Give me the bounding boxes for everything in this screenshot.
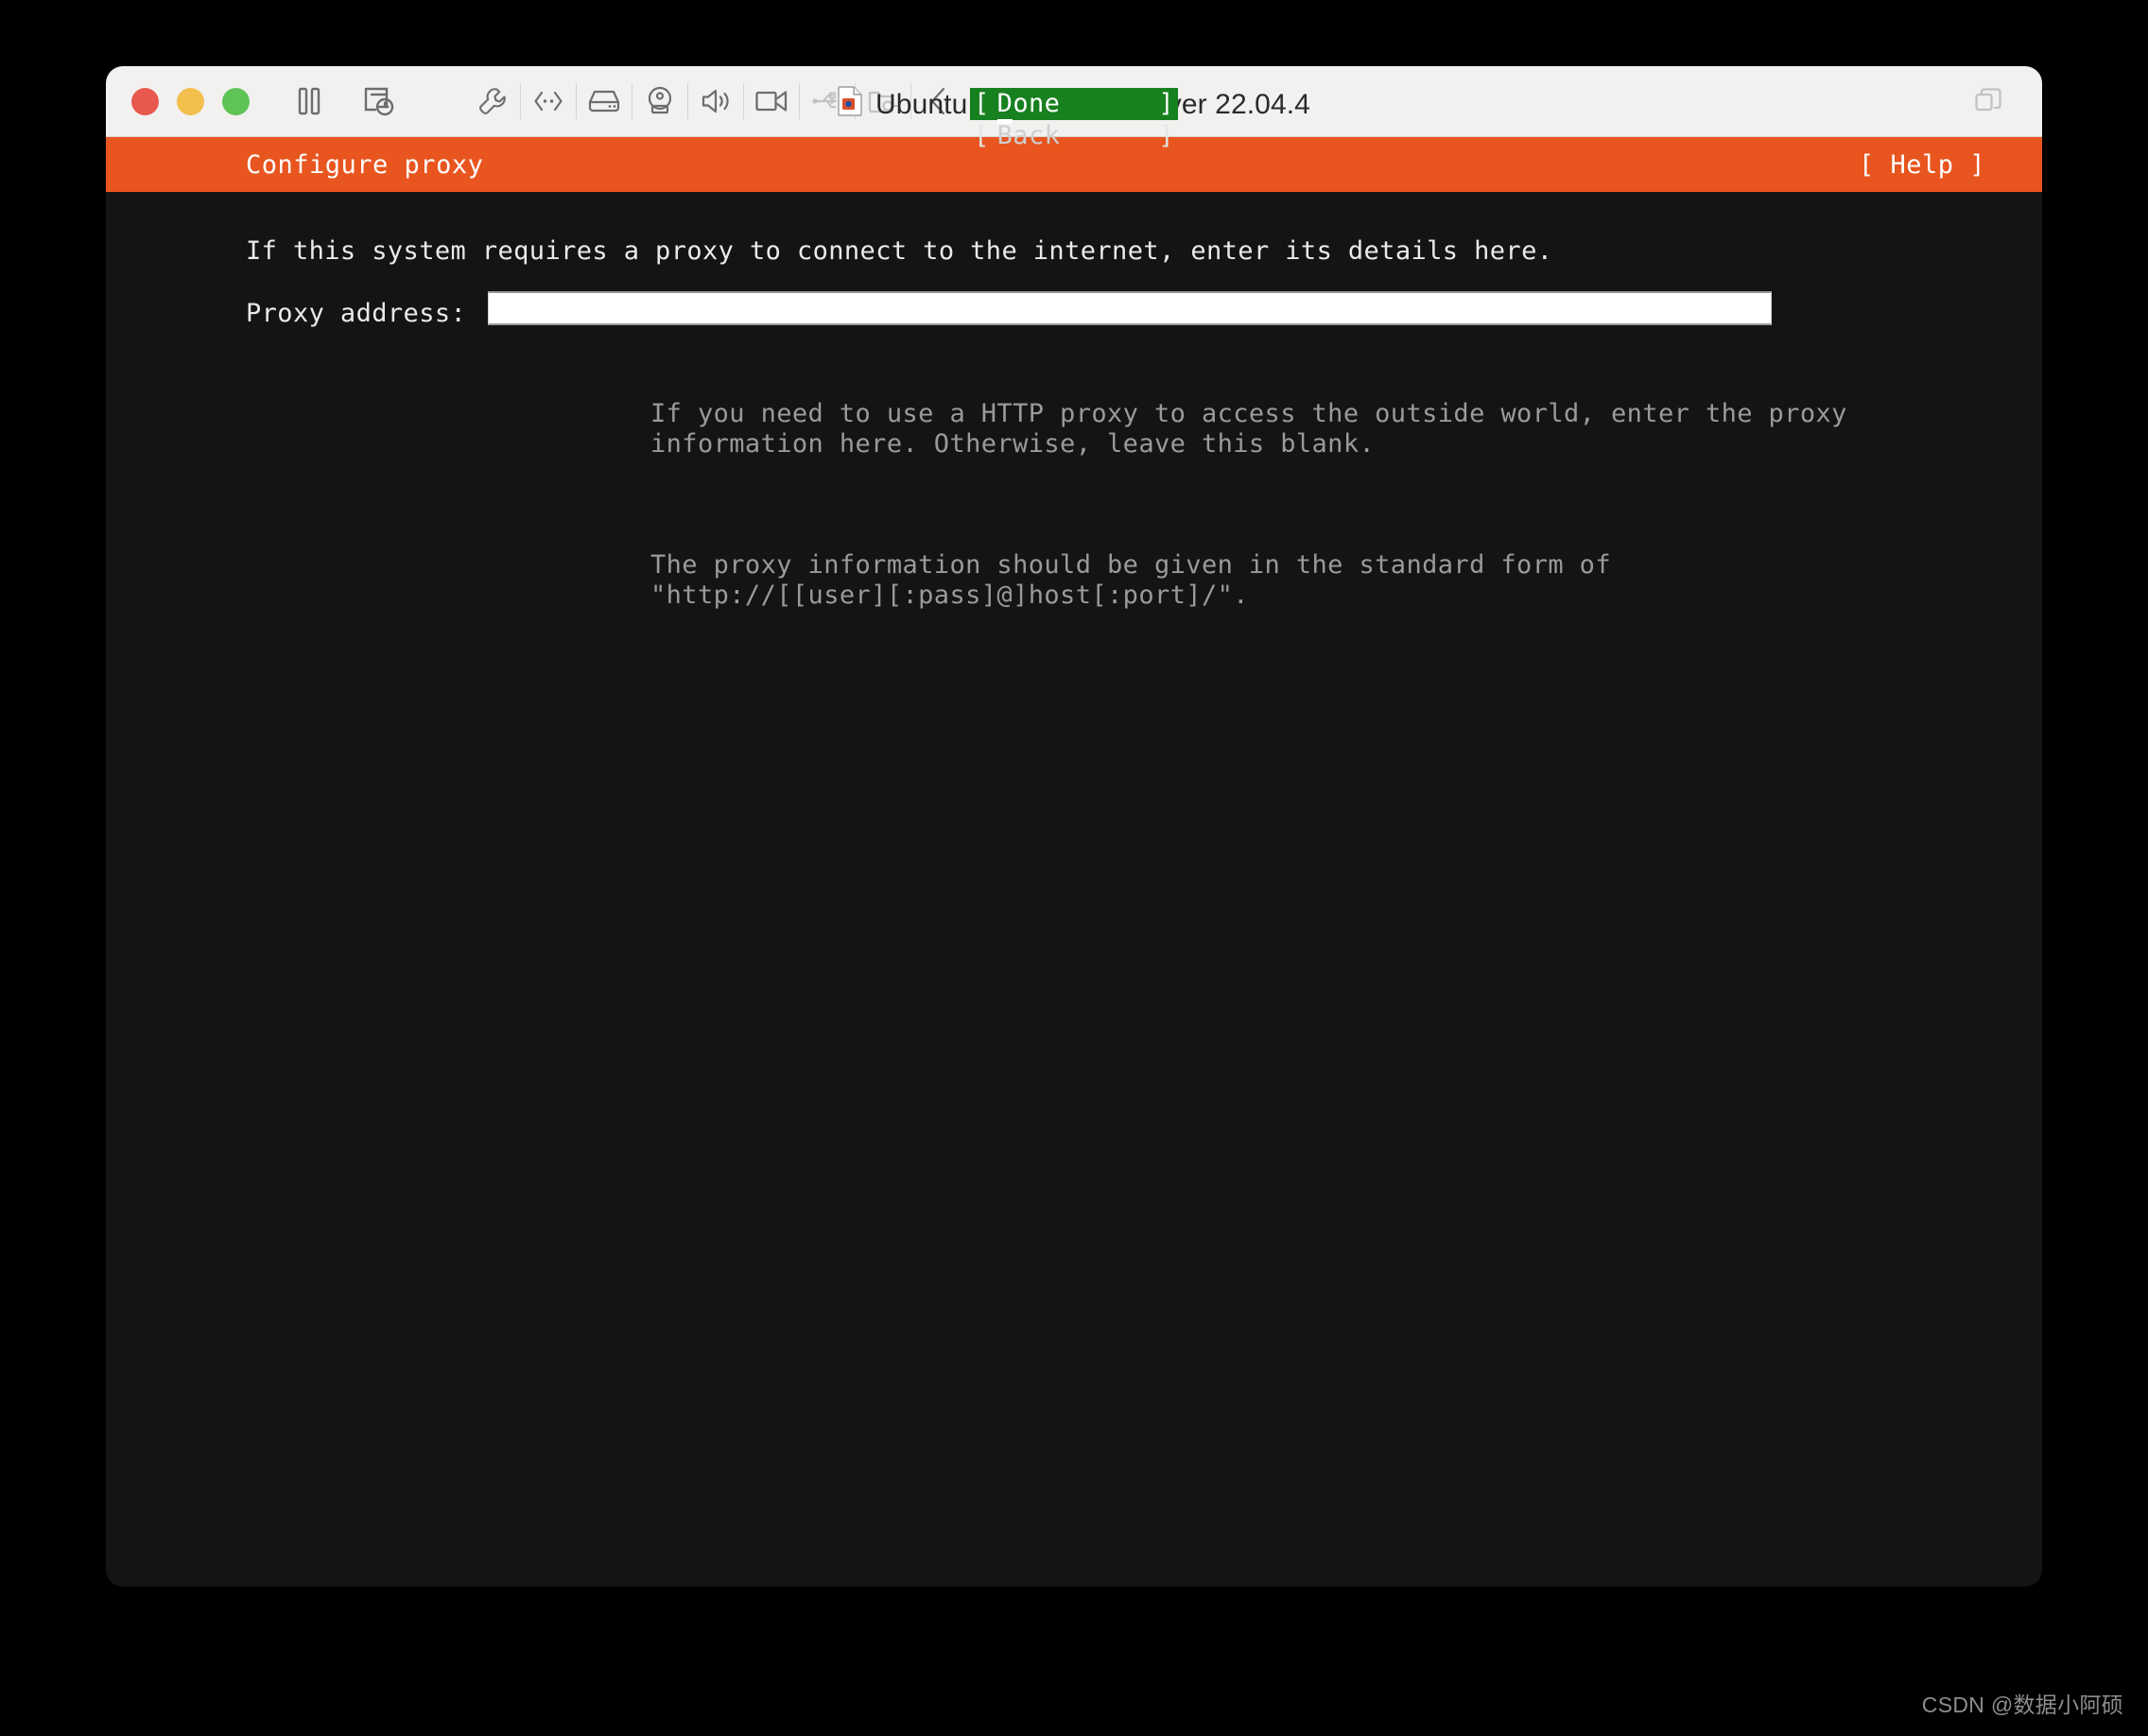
proxy-hint-block: If you need to use a HTTP proxy to acces… bbox=[650, 339, 1847, 671]
back-chevron-icon[interactable] bbox=[913, 76, 964, 127]
fullscreen-icon[interactable] bbox=[1963, 76, 2014, 127]
pause-icon[interactable] bbox=[284, 76, 335, 127]
usb-icon bbox=[802, 76, 853, 127]
minimize-button[interactable] bbox=[177, 87, 204, 115]
back-bracket-left: [ bbox=[974, 121, 990, 150]
shared-folder-icon bbox=[857, 76, 909, 127]
intro-text: If this system requires a proxy to conne… bbox=[246, 236, 1553, 266]
watermark: CSDN @数据小阿硕 bbox=[1921, 1693, 2123, 1717]
toolbar-divider bbox=[520, 83, 521, 119]
harddisk-icon[interactable] bbox=[579, 76, 630, 127]
toolbar-divider bbox=[855, 83, 856, 119]
help-button[interactable]: [ Help ] bbox=[1859, 150, 1985, 180]
proxy-address-input[interactable] bbox=[488, 291, 1772, 325]
webcam-icon[interactable] bbox=[634, 76, 685, 127]
toolbar-device-group bbox=[467, 76, 964, 127]
installer-button-stack: [ Done ] [ Back ] bbox=[970, 88, 1178, 152]
proxy-hint-1: If you need to use a HTTP proxy to acces… bbox=[650, 399, 1847, 459]
screen-title: Configure proxy bbox=[246, 149, 484, 180]
snapshot-icon[interactable] bbox=[354, 76, 405, 127]
done-button[interactable]: [ Done ] bbox=[970, 88, 1178, 124]
toolbar-divider bbox=[799, 83, 800, 119]
toolbar-divider bbox=[687, 83, 688, 119]
toolbar-divider bbox=[576, 83, 577, 119]
toolbar-right-group bbox=[1963, 76, 2014, 127]
proxy-address-row: Proxy address: bbox=[246, 291, 1772, 329]
done-bracket-right: ] bbox=[1158, 89, 1174, 118]
done-bracket-left: [ bbox=[974, 89, 990, 118]
wrench-icon[interactable] bbox=[467, 76, 518, 127]
back-button[interactable]: [ Back ] bbox=[970, 120, 1178, 152]
toolbar-left-group bbox=[284, 76, 405, 127]
traffic-light-group bbox=[131, 87, 250, 115]
toolbar-divider bbox=[743, 83, 744, 119]
maximize-button[interactable] bbox=[222, 87, 250, 115]
proxy-address-label: Proxy address: bbox=[246, 299, 467, 328]
cursor-underline: D bbox=[996, 89, 1013, 124]
network-icon[interactable] bbox=[523, 76, 574, 127]
speaker-icon[interactable] bbox=[690, 76, 741, 127]
back-bracket-right: ] bbox=[1158, 121, 1174, 150]
done-button-label: Done bbox=[990, 89, 1159, 124]
proxy-hint-2: The proxy information should be given in… bbox=[650, 550, 1611, 610]
toolbar-divider bbox=[910, 83, 911, 119]
installer-terminal: Configure proxy [ Help ] If this system … bbox=[106, 88, 2042, 1587]
videocamera-icon[interactable] bbox=[746, 76, 797, 127]
close-button[interactable] bbox=[131, 87, 159, 115]
back-button-label: Back bbox=[996, 121, 1061, 150]
vm-window: Ubuntu 64 位 ARM Server 22.04.4 Configure… bbox=[106, 66, 2042, 1587]
